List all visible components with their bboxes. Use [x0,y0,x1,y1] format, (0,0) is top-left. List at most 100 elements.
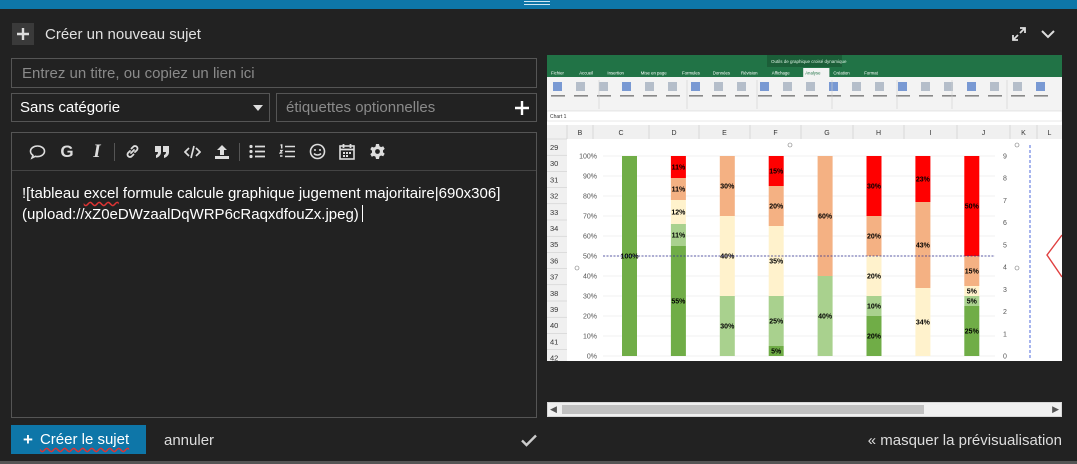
column-header: J [982,130,986,137]
ribbon-button-label [643,95,657,97]
y2-tick-label: 9 [1003,154,1007,161]
tags-input[interactable]: étiquettes optionnelles [276,93,537,122]
data-label: 30% [720,184,735,191]
row-header: 35 [550,240,558,249]
tags-placeholder: étiquettes optionnelles [286,99,436,116]
column-header: F [773,130,777,137]
y-tick-label: 60% [583,234,597,241]
plus-icon[interactable] [514,100,530,116]
data-label: 25% [965,329,980,336]
ribbon-tab: Création [833,71,850,76]
ribbon-button-label [1034,95,1048,97]
data-label: 10% [867,304,882,311]
data-label: 60% [818,214,833,221]
quote-bubble-icon[interactable] [22,138,52,166]
ribbon-button-label [896,95,910,97]
code-icon[interactable] [177,138,207,166]
ribbon-button-icon [829,82,838,91]
ribbon-tab: Affichage [772,71,790,76]
resize-handle [1014,265,1020,271]
column-header: G [824,130,829,137]
calendar-icon[interactable] [332,138,362,166]
expand-icon[interactable] [1010,25,1028,43]
check-icon [521,434,537,447]
column-header: C [618,130,623,137]
plus-icon: + [23,429,33,449]
row-header: 37 [550,273,558,282]
data-label: 30% [720,324,735,331]
topic-title-input[interactable] [11,58,537,88]
row-header: 34 [550,224,558,233]
ribbon-tab: Formules [682,71,700,76]
hide-preview-link[interactable]: « masquer la prévisualisation [868,432,1062,449]
column-header: B [578,130,583,137]
row-header: 41 [550,337,558,346]
data-label: 30% [867,184,882,191]
upload-icon[interactable] [207,138,237,166]
y-tick-label: 70% [583,214,597,221]
data-label: 100% [621,254,640,261]
ribbon-tab: Fichier [551,71,564,76]
gear-icon[interactable] [362,138,392,166]
editor-textarea[interactable]: ![tableau excel formule calcule graphiqu… [22,183,528,225]
numbered-list-icon[interactable] [272,138,302,166]
y2-tick-label: 1 [1003,331,1007,338]
y-tick-label: 90% [583,174,597,181]
ribbon-button-icon [714,82,723,91]
resize-grip[interactable] [524,1,550,7]
data-label: 11% [672,233,686,240]
column-header: I [930,130,932,137]
data-label: 5% [967,289,978,296]
data-label: 55% [671,299,686,306]
ribbon-button-icon [1036,82,1045,91]
ribbon-button-icon [760,82,769,91]
new-topic-button[interactable]: Créer un nouveau sujet [12,23,201,45]
composer-footer: + Créer le sujet annuler « masquer la pr… [0,425,1077,455]
y2-tick-label: 2 [1003,309,1007,316]
data-label: 35% [769,259,784,266]
bold-icon[interactable]: G [52,138,82,166]
bullet-list-icon[interactable] [242,138,272,166]
y2-tick-label: 7 [1003,198,1007,205]
y-tick-label: 20% [583,314,597,321]
scrollbar-thumb[interactable] [562,405,924,414]
ribbon-button-label [942,95,956,97]
y2-tick-label: 6 [1003,220,1007,227]
ribbon-button-icon [806,82,815,91]
ribbon-button-label [712,95,726,97]
ribbon-button-label [574,95,588,97]
italic-icon[interactable]: I [82,138,112,166]
chevron-down-icon[interactable] [1039,25,1057,43]
column-header: D [671,130,676,137]
column-header: E [722,130,727,137]
scroll-right-icon[interactable]: ▶ [1052,404,1059,415]
blockquote-icon[interactable] [147,138,177,166]
row-header: 31 [550,175,558,184]
ribbon-button-icon [921,82,930,91]
data-label: 15% [965,269,980,276]
preview-image: Outils de graphique croisé dynamique Fic… [547,55,1062,361]
emoji-icon[interactable] [302,138,332,166]
row-header: 30 [550,159,558,168]
data-label: 23% [916,177,931,184]
column-header: L [1048,130,1052,137]
ribbon-button-label [620,95,634,97]
create-topic-button[interactable]: + Créer le sujet [11,425,146,454]
category-select[interactable]: Sans catégorie [11,93,270,122]
composer-top-bar [0,0,1077,9]
plus-icon [12,23,34,45]
ribbon-button-icon [691,82,700,91]
data-label: 34% [916,320,931,327]
data-label: 11% [672,165,686,172]
ribbon-button-icon [737,82,746,91]
preview-horizontal-scrollbar[interactable]: ◀ ▶ [547,402,1062,417]
ribbon-button-icon [990,82,999,91]
resize-handle [787,142,793,148]
link-icon[interactable] [117,138,147,166]
scroll-left-icon[interactable]: ◀ [550,404,557,415]
cancel-link[interactable]: annuler [164,432,214,449]
y2-tick-label: 0 [1003,354,1007,361]
ribbon-button-icon [645,82,654,91]
excel-screenshot: Outils de graphique croisé dynamique Fic… [547,55,1062,361]
data-label: 40% [720,254,735,261]
